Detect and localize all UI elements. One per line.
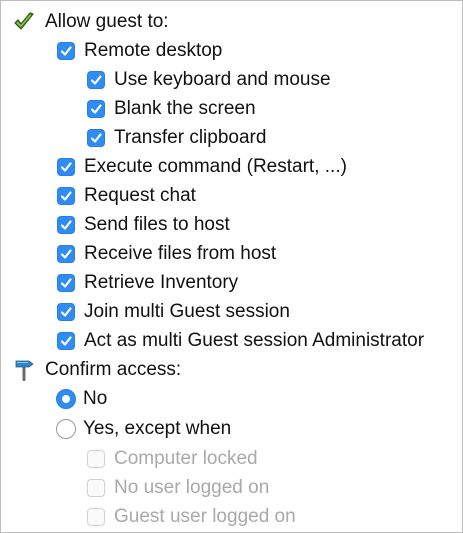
- checkbox-label: Request chat: [84, 185, 196, 206]
- checkbox-label: No user logged on: [114, 477, 270, 498]
- checkbox-retrieve-inventory[interactable]: Retrieve Inventory: [57, 269, 238, 297]
- radio-no[interactable]: No: [56, 385, 107, 413]
- checkmark-icon: [14, 12, 34, 30]
- checkbox-unchecked-icon: [87, 508, 105, 526]
- checkbox-receive-files[interactable]: Receive files from host: [57, 240, 276, 268]
- checkbox-request-chat[interactable]: Request chat: [57, 182, 196, 210]
- signpost-icon: [15, 360, 34, 381]
- checkbox-send-files[interactable]: Send files to host: [57, 211, 230, 239]
- radio-label: No: [83, 388, 108, 409]
- checkbox-label: Send files to host: [84, 214, 230, 235]
- checkbox-checked-icon[interactable]: [57, 187, 75, 205]
- checkbox-checked-icon[interactable]: [57, 332, 75, 350]
- checkbox-checked-icon[interactable]: [87, 129, 105, 147]
- checkbox-use-keyboard-mouse[interactable]: Use keyboard and mouse: [87, 66, 331, 94]
- checkbox-remote-desktop[interactable]: Remote desktop: [57, 37, 222, 65]
- checkbox-checked-icon[interactable]: [57, 42, 75, 60]
- checkbox-label: Computer locked: [114, 448, 258, 469]
- confirm-access-header: Confirm access:: [13, 356, 181, 384]
- checkbox-execute-command[interactable]: Execute command (Restart, ...): [57, 153, 347, 181]
- checkbox-blank-screen[interactable]: Blank the screen: [87, 95, 256, 123]
- radio-unselected-icon[interactable]: [56, 419, 76, 439]
- checkbox-label: Transfer clipboard: [114, 127, 267, 148]
- radio-label: Yes, except when: [83, 418, 232, 439]
- checkbox-checked-icon[interactable]: [57, 303, 75, 321]
- checkbox-label: Receive files from host: [84, 243, 277, 264]
- radio-selected-icon[interactable]: [56, 389, 76, 409]
- checkbox-label: Join multi Guest session: [84, 301, 290, 322]
- checkbox-multi-guest-admin[interactable]: Act as multi Guest session Administrator: [57, 327, 424, 355]
- allow-guest-title: Allow guest to:: [45, 11, 169, 32]
- checkbox-checked-icon[interactable]: [57, 158, 75, 176]
- checkbox-checked-icon[interactable]: [87, 71, 105, 89]
- checkbox-no-user-logged-on: No user logged on: [87, 474, 269, 502]
- checkbox-guest-user-logged-on: Guest user logged on: [87, 503, 296, 531]
- checkbox-checked-icon[interactable]: [57, 245, 75, 263]
- checkbox-checked-icon[interactable]: [87, 100, 105, 118]
- checkbox-checked-icon[interactable]: [57, 274, 75, 292]
- checkbox-label: Use keyboard and mouse: [114, 69, 331, 90]
- checkbox-unchecked-icon: [87, 479, 105, 497]
- checkbox-computer-locked: Computer locked: [87, 445, 258, 473]
- radio-yes-except-when[interactable]: Yes, except when: [56, 415, 231, 443]
- checkbox-label: Guest user logged on: [114, 506, 296, 527]
- confirm-access-title: Confirm access:: [45, 359, 182, 380]
- checkbox-join-multi-guest[interactable]: Join multi Guest session: [57, 298, 290, 326]
- checkbox-label: Blank the screen: [114, 98, 256, 119]
- allow-guest-header: Allow guest to:: [13, 8, 169, 36]
- checkbox-label: Remote desktop: [84, 40, 223, 61]
- checkbox-label: Execute command (Restart, ...): [84, 156, 347, 177]
- checkbox-transfer-clipboard[interactable]: Transfer clipboard: [87, 124, 266, 152]
- checkbox-label: Act as multi Guest session Administrator: [84, 330, 425, 351]
- permissions-panel: Allow guest to: Remote desktop Use keybo…: [0, 0, 463, 533]
- checkbox-unchecked-icon: [87, 450, 105, 468]
- checkbox-checked-icon[interactable]: [57, 216, 75, 234]
- checkbox-label: Retrieve Inventory: [84, 272, 239, 293]
